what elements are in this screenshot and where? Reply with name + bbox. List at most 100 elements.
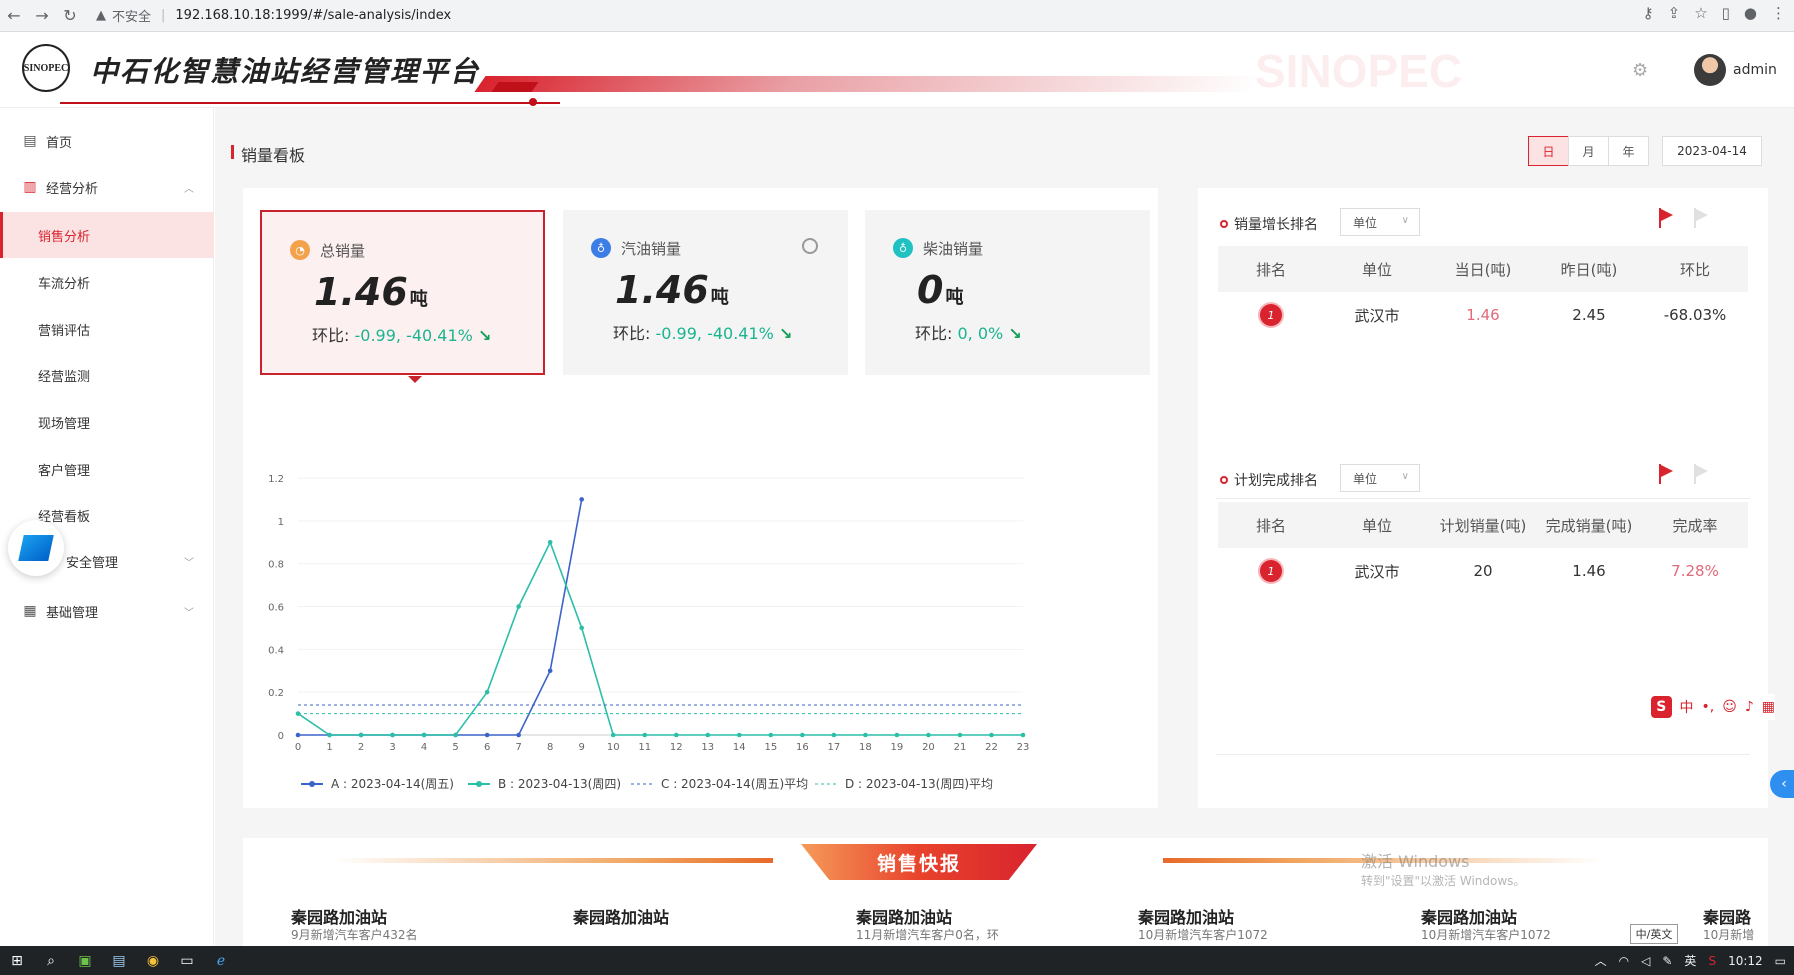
table-header: 排名 单位 当日(吨) 昨日(吨) 环比 (1218, 246, 1748, 292)
kpi-diesel-sales[interactable]: ♁ 柴油销量 0吨 环比: 0, 0% ↘ (865, 210, 1150, 375)
bookmark-star-icon[interactable]: ☆ (1694, 4, 1707, 22)
flag-grey-icon[interactable] (1693, 464, 1709, 484)
sales-panel: ◔ 总销量 1.46 吨 环比: -0.99, -40.41% ↘ ♁ 汽油销量 … (243, 188, 1158, 808)
period-year-button[interactable]: 年 (1608, 136, 1649, 166)
kpi-value: 1.46 吨 (314, 270, 428, 314)
notepad-icon[interactable]: ▤ (102, 946, 136, 975)
microphone-icon: ♪ (1744, 699, 1754, 715)
emoji-icon: ☺ (1722, 699, 1737, 715)
username[interactable]: admin (1733, 62, 1777, 78)
pie-chart-icon[interactable] (802, 238, 818, 254)
growth-unit-select[interactable]: 单位 ∨ (1340, 208, 1420, 236)
period-switch: 日 月 年 (1528, 136, 1649, 166)
reload-icon[interactable]: ↻ (56, 2, 84, 30)
data-point (484, 689, 490, 695)
data-point (516, 604, 521, 609)
x-tick-label: 15 (764, 742, 777, 753)
data-point (800, 732, 805, 738)
sidebar-item-home[interactable]: ▤ 首页 (0, 118, 214, 164)
windows-start-icon[interactable]: ⊞ (0, 946, 34, 975)
sidebar-item-basic-management[interactable]: ▦ 基础管理 ﹀ (0, 588, 214, 634)
plan-unit-select[interactable]: 单位 ∨ (1340, 464, 1420, 492)
column-header: 完成率 (1672, 516, 1718, 535)
volume-icon[interactable]: ◁ (1641, 954, 1650, 968)
date-picker[interactable]: 2023-04-14 (1662, 136, 1762, 166)
flash-item-name[interactable]: 秦园路加油站 (291, 904, 387, 928)
drop-icon: ♁ (893, 238, 913, 258)
period-month-button[interactable]: 月 (1568, 136, 1609, 166)
flag-grey-icon[interactable] (1693, 208, 1709, 228)
table-row[interactable]: 1 武汉市 1.46 2.45 -68.03% (1218, 292, 1748, 338)
section-divider (1216, 498, 1750, 499)
data-point (1020, 732, 1026, 738)
wifi-icon[interactable]: ◠ (1619, 954, 1629, 968)
browser-menu-icon[interactable]: ⋮ (1771, 4, 1786, 22)
kpi-gasoline-sales[interactable]: ♁ 汽油销量 1.46 吨 环比: -0.99, -40.41% ↘ (563, 210, 848, 375)
back-icon[interactable]: ← (0, 2, 28, 30)
language-toggle[interactable]: 中/英文 (1630, 924, 1678, 944)
data-point (484, 732, 490, 738)
clock[interactable]: 10:12 (1728, 954, 1763, 968)
sidebar-item-traffic-analysis[interactable]: 车流分析 (0, 259, 214, 305)
legend-label: D : 2023-04-13(周四)平均 (845, 777, 993, 791)
floating-assistant-button[interactable] (8, 520, 64, 576)
share-icon[interactable]: ⇪ (1668, 4, 1681, 22)
sidebar-item-business-analysis[interactable]: ▥ 经营分析 ︿ (0, 164, 214, 210)
column-header: 完成销量(吨) (1545, 516, 1633, 535)
column-header: 环比 (1679, 260, 1710, 279)
table-row[interactable]: 1 武汉市 20 1.46 7.28% (1218, 548, 1748, 594)
flag-red-icon[interactable] (1658, 208, 1674, 228)
sidebar-item-customer-management[interactable]: 客户管理 (0, 446, 214, 492)
profile-icon[interactable]: ● (1744, 4, 1757, 22)
sidebar-item-site-management[interactable]: 现场管理 (0, 399, 214, 445)
flash-item-name[interactable]: 秦园路加油站 (573, 904, 669, 928)
sidebar-item-label: 基础管理 (46, 605, 99, 621)
collapse-panel-button[interactable]: ‹ (1770, 770, 1794, 798)
file-manager-icon[interactable]: ▣ (68, 946, 102, 975)
sidebar-panel-icon[interactable]: ▯ (1722, 4, 1730, 22)
sidebar-item-operation-monitor[interactable]: 经营监测 (0, 352, 214, 398)
brand-watermark: SINOPEC (1255, 45, 1463, 97)
y-tick-label: 1 (278, 517, 284, 528)
windows-activation-sub: 转到"设置"以激活 Windows。 (1361, 874, 1526, 888)
yesterday-cell: 2.45 (1572, 306, 1606, 324)
rank-cell: 1 (1218, 548, 1324, 594)
settings-gear-icon[interactable]: ⚙ (1632, 60, 1652, 81)
ie-icon[interactable]: ℯ (204, 946, 238, 975)
data-point (894, 732, 900, 738)
sogou-tray-icon[interactable]: S (1708, 954, 1716, 968)
ime-toolbar[interactable]: S 中 •, ☺ ♪ ▦ (1645, 694, 1775, 720)
key-icon[interactable]: ⚷ (1643, 4, 1654, 22)
terminal-icon[interactable]: ▭ (170, 946, 204, 975)
input-lang-label[interactable]: 英 (1684, 952, 1696, 969)
plan-rank-label: 计划完成排名 (1234, 473, 1318, 489)
user-avatar[interactable] (1694, 54, 1726, 86)
series-line (298, 499, 583, 736)
data-point (295, 732, 301, 738)
flash-item-name[interactable]: 秦园路加油站 (1138, 904, 1234, 928)
notification-icon[interactable]: ▭ (1775, 954, 1786, 968)
data-point (863, 732, 868, 738)
kpi-label: 柴油销量 (923, 240, 984, 258)
pen-icon[interactable]: ✎ (1662, 954, 1672, 968)
data-point (642, 732, 648, 738)
address-bar[interactable]: ▲ 不安全 | 192.168.10.18:1999/#/sale-analys… (96, 3, 1794, 28)
search-icon[interactable]: ⌕ (34, 946, 68, 975)
flash-item-name[interactable]: 秦园路加油站 (856, 904, 952, 928)
actual-cell: 1.46 (1572, 562, 1606, 580)
flash-item-name[interactable]: 秦园路 (1703, 904, 1751, 928)
header-decoration-stripe (474, 76, 1266, 92)
sidebar-item-sales-analysis[interactable]: 销售分析 (0, 212, 214, 258)
period-day-button[interactable]: 日 (1528, 136, 1569, 166)
forward-icon[interactable]: → (28, 2, 56, 30)
tray-up-icon[interactable]: ︿ (1595, 952, 1607, 969)
flash-item-name[interactable]: 秦园路加油站 (1421, 904, 1517, 928)
unit-cell: 武汉市 (1354, 306, 1400, 325)
chrome-icon[interactable]: ◉ (136, 946, 170, 975)
kpi-total-sales[interactable]: ◔ 总销量 1.46 吨 环比: -0.99, -40.41% ↘ (260, 210, 545, 375)
flag-red-icon[interactable] (1658, 464, 1674, 484)
sidebar: ▤ 首页 ▥ 经营分析 ︿ 销售分析 车流分析 营销评估 经营监测 现场管理 客… (0, 108, 214, 946)
table-header: 排名 单位 计划销量(吨) 完成销量(吨) 完成率 (1218, 502, 1748, 548)
header-decoration-dot (529, 98, 537, 106)
sidebar-item-marketing-eval[interactable]: 营销评估 (0, 306, 214, 352)
